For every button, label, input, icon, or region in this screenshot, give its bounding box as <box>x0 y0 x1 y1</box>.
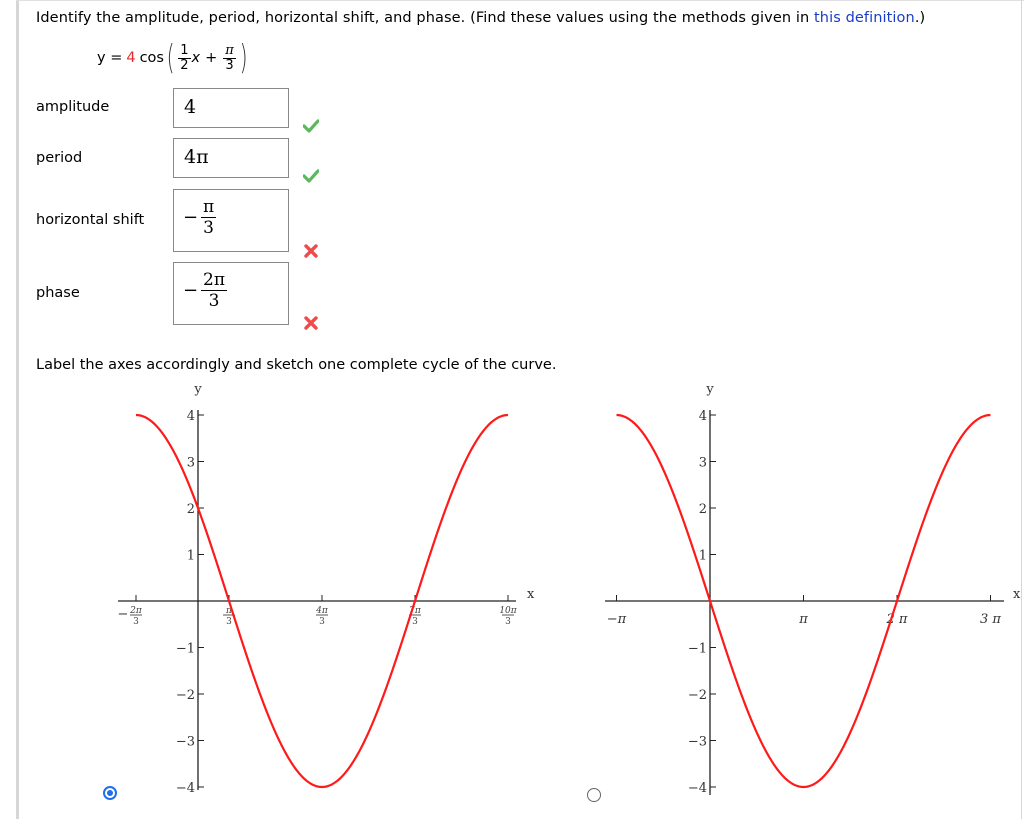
chart1-y-tick-label: −4 <box>176 781 195 796</box>
chart1-y-axis-label: y <box>193 382 202 397</box>
chart1-y-tick-label: 3 <box>187 456 195 471</box>
chart2-x-tick-label: π <box>798 612 808 627</box>
chart2-y-tick-label: −2 <box>688 688 707 703</box>
chart2-x-tick-label: −π <box>607 612 627 627</box>
chart2-y-tick-label: 4 <box>699 409 707 424</box>
chart2-y-tick-label: −4 <box>688 781 707 796</box>
chart1-y-tick-label: 4 <box>187 409 195 424</box>
chart2-y-tick-label: 2 <box>699 502 707 517</box>
chart2-y-tick-label: 1 <box>699 549 707 564</box>
radio-option-1[interactable] <box>103 786 117 800</box>
chart1-x-tick-label-den: 3 <box>226 617 232 627</box>
chart2-x-tick-label: 3 π <box>980 612 1001 627</box>
chart1-x-axis-label: x <box>527 587 535 602</box>
chart1-y-tick-label: −2 <box>176 688 195 703</box>
chart2-x-axis-label: x <box>1013 587 1021 602</box>
chart1-y-tick-label: −3 <box>176 735 195 750</box>
chart1-x-tick-label-den: 3 <box>133 617 139 627</box>
chart2-y-tick-label: −1 <box>688 642 707 657</box>
radio-option-2[interactable] <box>587 788 601 802</box>
chart2-y-tick-label: −3 <box>688 735 707 750</box>
chart1-x-tick-label-den: 3 <box>412 617 418 627</box>
chart1-x-tick-label-sign: − <box>118 607 129 622</box>
chart1-y-tick-label: 2 <box>187 502 195 517</box>
chart2-y-axis-label: y <box>705 382 714 397</box>
graph-option-1: xy4321−1−2−3−42π3− π34π37π310π3xy4321−1−2… <box>118 382 1021 796</box>
chart1-y-tick-label: 1 <box>187 549 195 564</box>
chart2-y-tick-label: 3 <box>699 456 707 471</box>
chart1-x-tick-label-den: 3 <box>319 617 325 627</box>
chart1-y-tick-label: −1 <box>176 642 195 657</box>
chart1-x-tick-label-den: 3 <box>505 617 511 627</box>
